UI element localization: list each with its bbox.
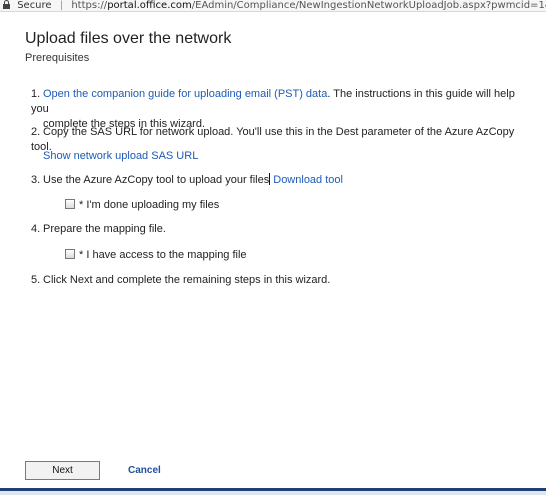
- show-sas-url-link[interactable]: Show network upload SAS URL: [43, 149, 198, 164]
- mapping-file-label: * I have access to the mapping file: [79, 249, 247, 261]
- url-host: portal.office.com: [107, 0, 192, 11]
- done-uploading-checkbox[interactable]: [65, 199, 75, 209]
- step-number: 3.: [31, 174, 41, 186]
- lock-icon: [3, 0, 10, 10]
- step-5-text: Click Next and complete the remaining st…: [43, 274, 331, 286]
- step-number: 4.: [31, 223, 41, 235]
- step-4: 4. Prepare the mapping file.: [31, 222, 531, 237]
- done-uploading-row[interactable]: * I'm done uploading my files: [65, 198, 219, 213]
- step-3: 3. Use the Azure AzCopy tool to upload yo…: [31, 173, 531, 188]
- secure-label: Secure: [17, 0, 52, 11]
- done-uploading-label: * I'm done uploading my files: [79, 199, 220, 211]
- text-cursor: [269, 173, 271, 185]
- cancel-link[interactable]: Cancel: [128, 465, 161, 476]
- step-number: 2.: [31, 126, 41, 138]
- mapping-file-checkbox[interactable]: [65, 249, 75, 259]
- download-tool-link[interactable]: Download tool: [273, 174, 343, 186]
- companion-guide-link[interactable]: Open the companion guide for uploading e…: [43, 88, 327, 100]
- step-number: 1.: [31, 88, 41, 100]
- page-subtitle: Prerequisites: [25, 52, 90, 64]
- step-5: 5. Click Next and complete the remaining …: [31, 273, 531, 288]
- step-number: 5.: [31, 274, 41, 286]
- mapping-file-row[interactable]: * I have access to the mapping file: [65, 248, 247, 263]
- address-separator: |: [59, 0, 64, 11]
- step-4-text: Prepare the mapping file.: [43, 223, 166, 235]
- page-title: Upload files over the network: [25, 30, 232, 47]
- address-bar[interactable]: Secure | https://portal.office.com/EAdmi…: [0, 0, 546, 12]
- url-path: /EAdmin/Compliance/NewIngestionNetworkUp…: [191, 0, 546, 11]
- next-button[interactable]: Next: [25, 461, 100, 480]
- bottom-strip: [0, 491, 546, 495]
- url-scheme: https://: [71, 0, 108, 11]
- step-3-text: Use the Azure AzCopy tool to upload your…: [43, 174, 270, 186]
